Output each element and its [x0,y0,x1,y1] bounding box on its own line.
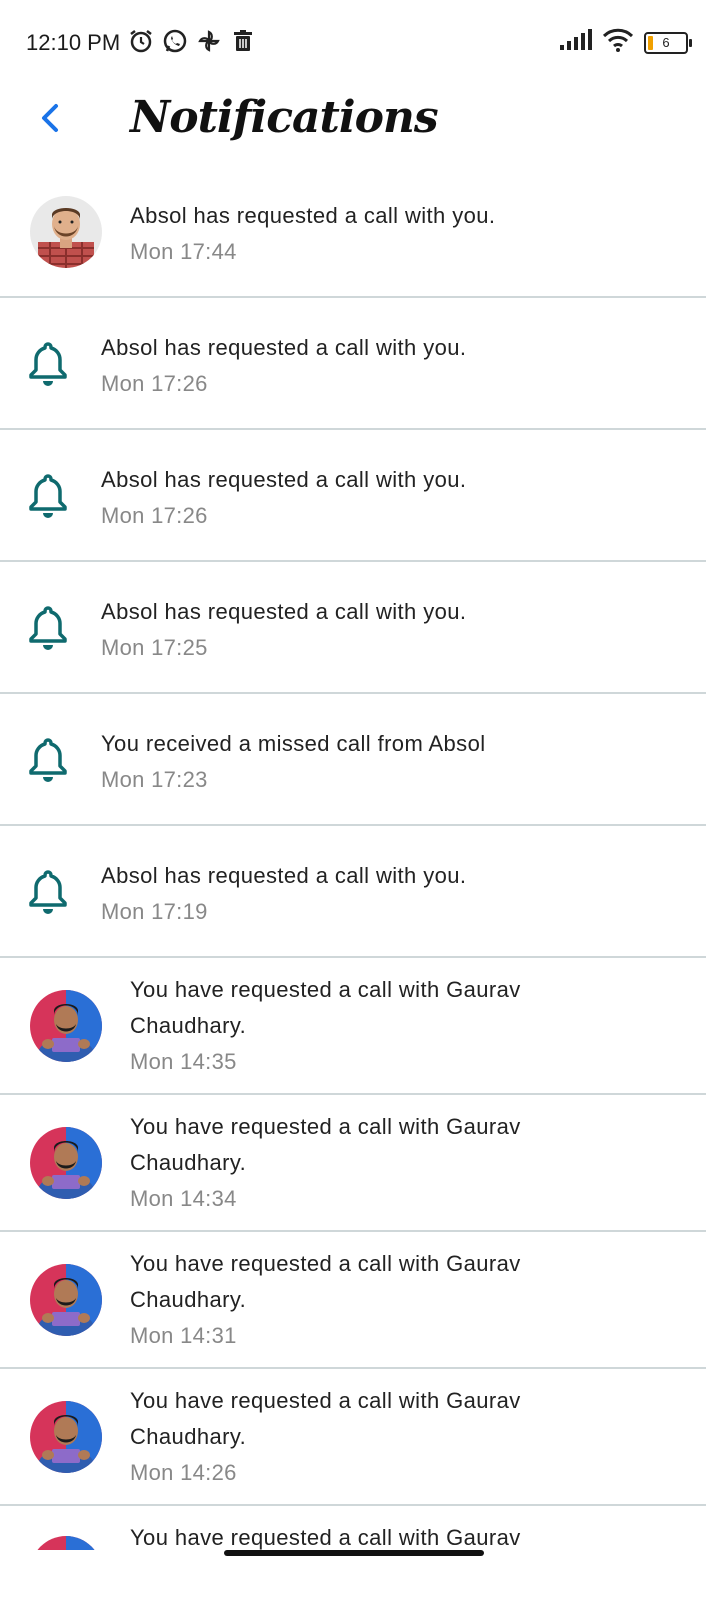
notification-message: You have requested a call with Gaurav Ch… [130,1114,521,1175]
notification-item[interactable]: Absol has requested a call with you. Mon… [0,180,706,298]
trash-icon [230,28,256,54]
notification-time: Mon 17:23 [101,767,208,792]
notification-message: You have requested a call with Gaurav [130,1525,521,1550]
notification-message: You have requested a call with Gaurav Ch… [130,1251,521,1312]
notification-item[interactable]: You have requested a call with Gaurav [0,1506,706,1550]
battery-level: 6 [662,34,670,50]
notification-time: Mon 17:26 [101,371,208,396]
notification-message: You received a missed call from Absol [101,731,486,756]
notification-item[interactable]: Absol has requested a call with you. Mon… [0,562,706,694]
notification-message: Absol has requested a call with you. [101,335,467,360]
home-indicator[interactable] [224,1550,484,1556]
whatsapp-icon [162,28,188,54]
avatar [30,1127,102,1199]
status-bar: 12:10 PM 6 [0,0,720,86]
notification-item[interactable]: Absol has requested a call with you. Mon… [0,826,706,958]
avatar [30,1536,102,1550]
bell-icon [26,472,70,520]
notification-message: You have requested a call with Gaurav Ch… [130,977,521,1038]
signal-icon [560,29,592,56]
notification-message: Absol has requested a call with you. [130,203,496,228]
notification-message: Absol has requested a call with you. [101,863,467,888]
notification-list: Absol has requested a call with you. Mon… [0,180,720,1550]
notification-message: Absol has requested a call with you. [101,599,467,624]
page-title: Notifications [130,92,439,143]
back-button[interactable] [34,100,70,136]
status-notification-icons [128,28,256,54]
bell-icon [26,868,70,916]
notification-item[interactable]: You received a missed call from Absol Mo… [0,694,706,826]
notification-time: Mon 14:26 [130,1460,237,1485]
avatar [30,1401,102,1473]
notification-item[interactable]: You have requested a call with Gaurav Ch… [0,1232,706,1369]
notification-time: Mon 17:26 [101,503,208,528]
notification-time: Mon 14:31 [130,1323,237,1348]
notification-time: Mon 17:25 [101,635,208,660]
notification-item[interactable]: You have requested a call with Gaurav Ch… [0,1095,706,1232]
notification-item[interactable]: Absol has requested a call with you. Mon… [0,298,706,430]
bell-icon [26,736,70,784]
chevron-left-icon [42,104,58,132]
notification-message: You have requested a call with Gaurav Ch… [130,1388,521,1449]
avatar [30,990,102,1062]
app-header: Notifications [0,86,720,186]
status-time: 12:10 PM [26,30,121,55]
bell-icon [26,340,70,388]
alarm-icon [128,28,154,54]
status-system-icons: 6 [560,28,692,57]
notification-time: Mon 14:35 [130,1049,237,1074]
notification-time: Mon 17:44 [130,239,237,264]
pinwheel-icon [196,28,222,54]
notification-time: Mon 17:19 [101,899,208,924]
notification-message: Absol has requested a call with you. [101,467,467,492]
battery-icon: 6 [644,31,692,54]
avatar [30,1264,102,1336]
notification-item[interactable]: Absol has requested a call with you. Mon… [0,430,706,562]
notification-item[interactable]: You have requested a call with Gaurav Ch… [0,958,706,1095]
notification-time: Mon 14:34 [130,1186,237,1211]
avatar [30,196,102,268]
notification-item[interactable]: You have requested a call with Gaurav Ch… [0,1369,706,1506]
wifi-icon [602,28,634,57]
bell-icon [26,604,70,652]
